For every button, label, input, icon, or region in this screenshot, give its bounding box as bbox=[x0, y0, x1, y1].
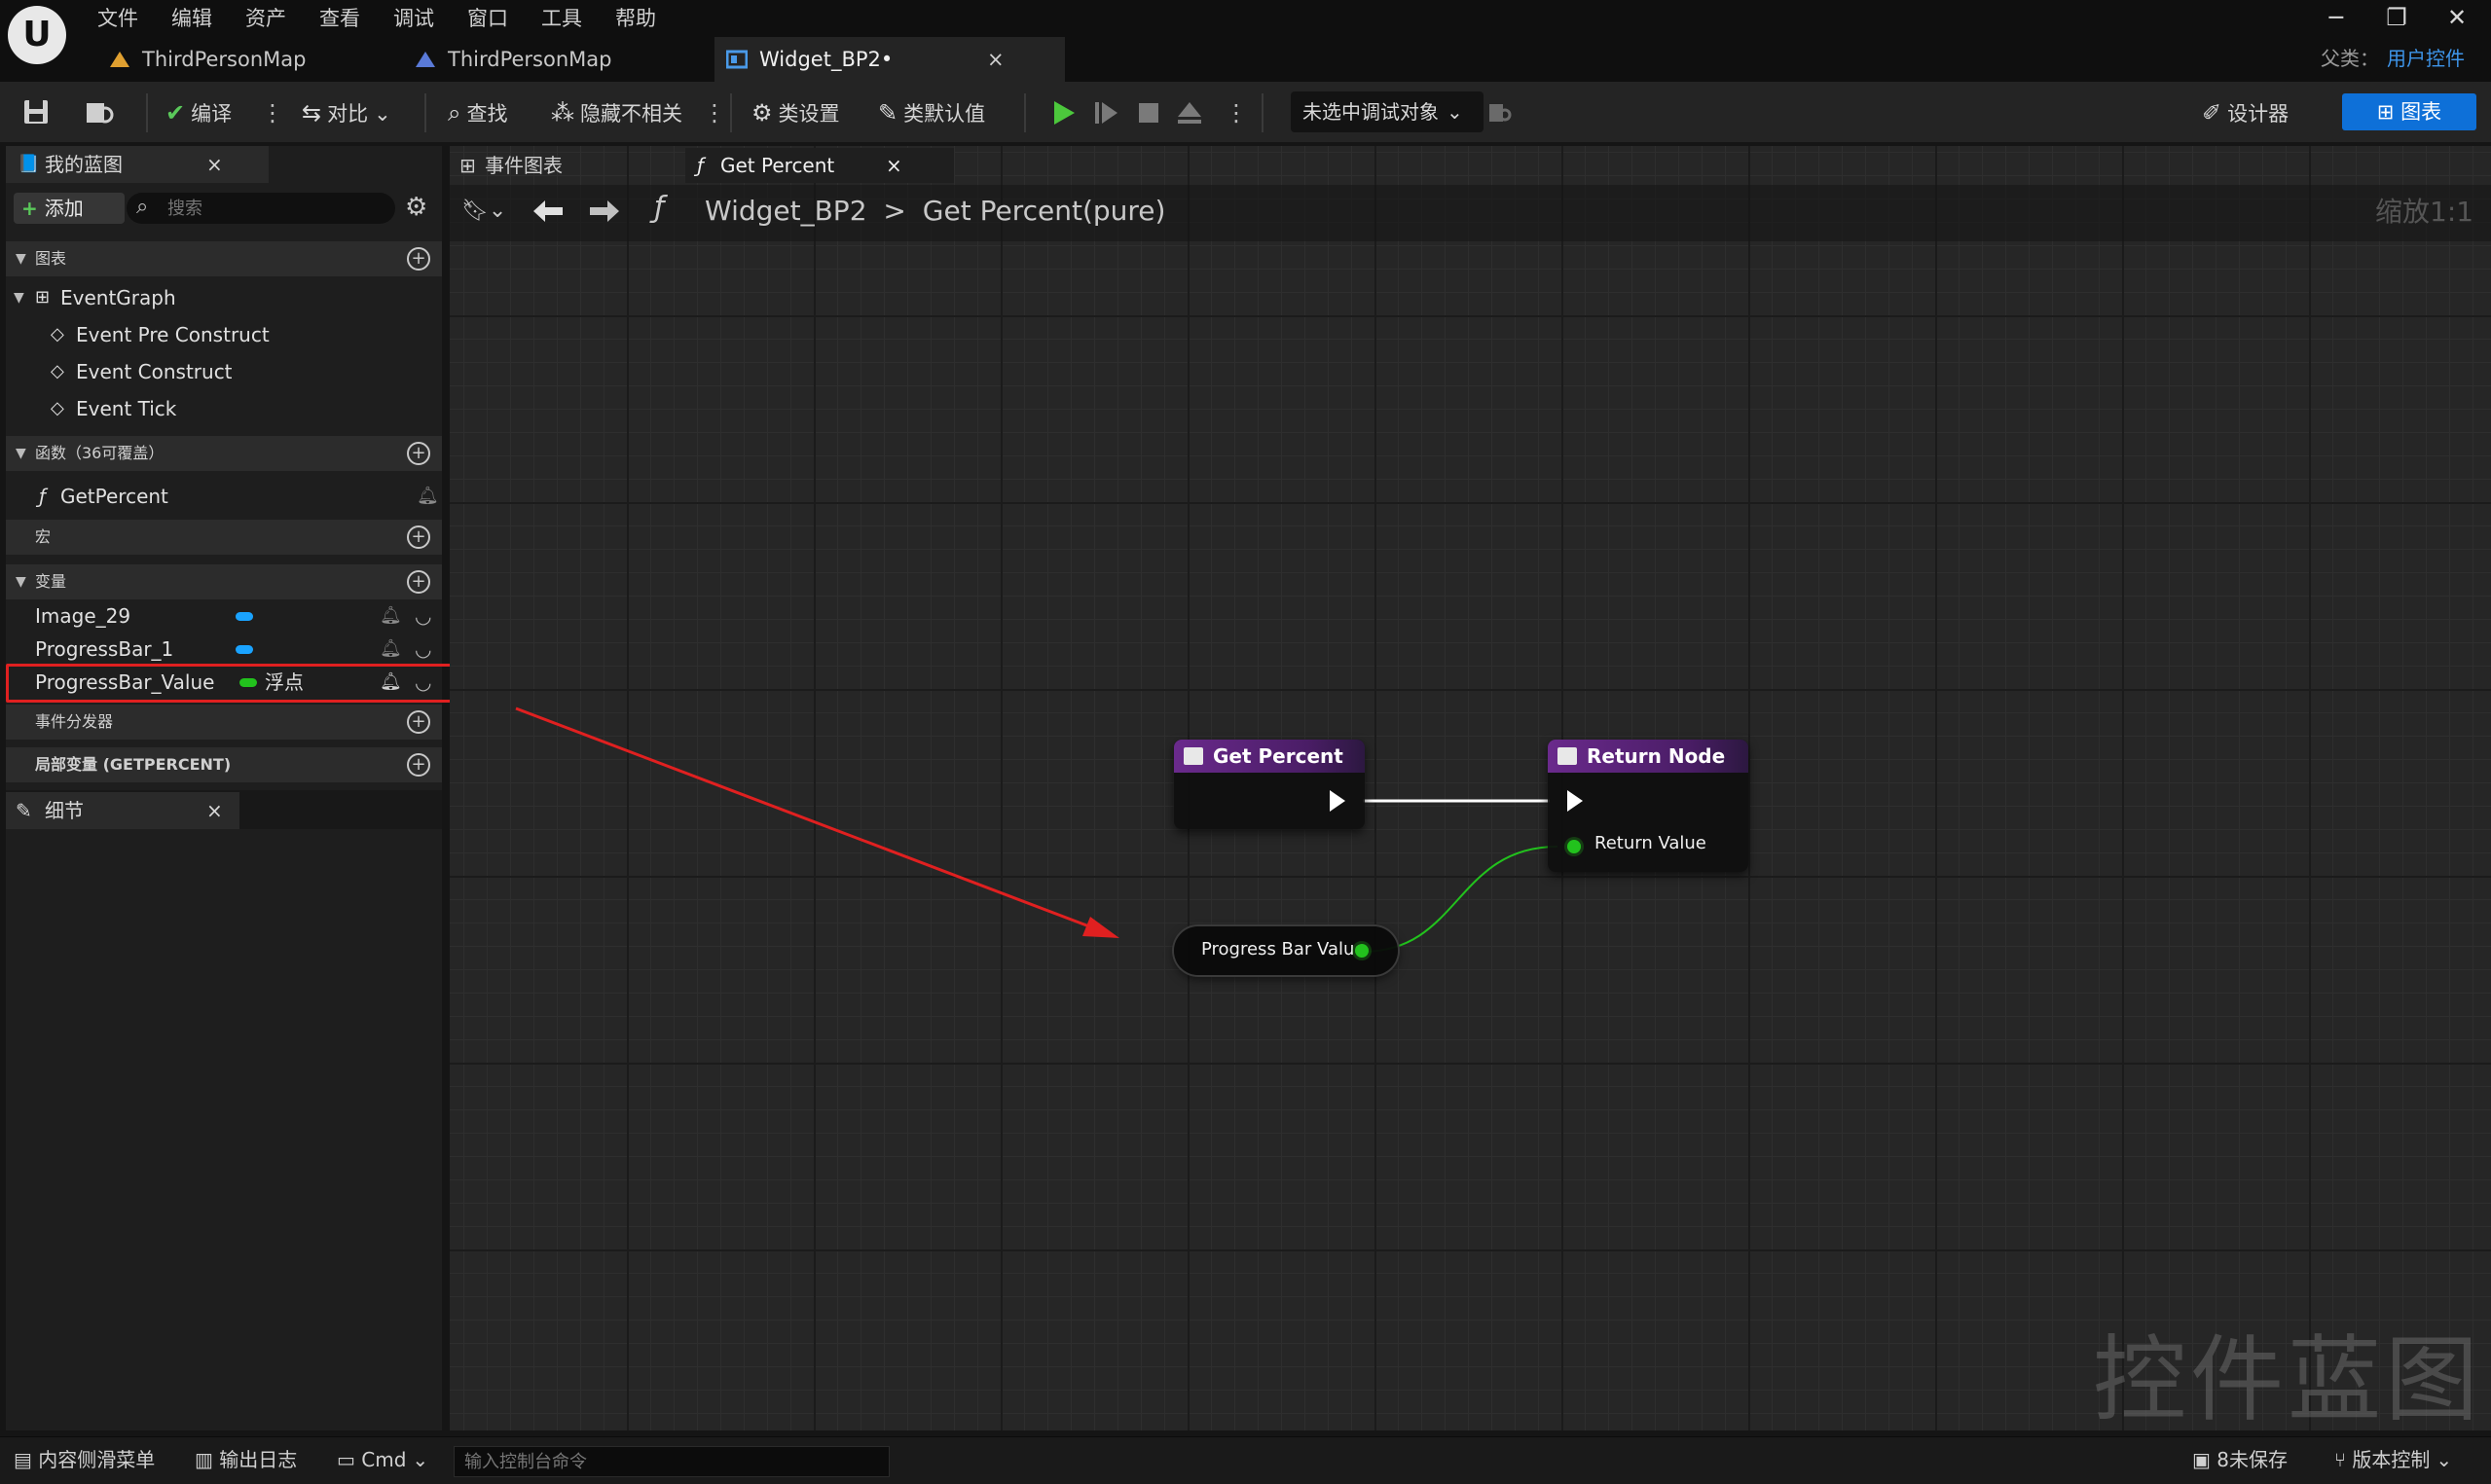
node-get-percent[interactable]: Get Percent bbox=[1174, 740, 1365, 829]
exec-out-pin[interactable] bbox=[1330, 790, 1345, 812]
output-log-label: 输出日志 bbox=[219, 1448, 298, 1471]
exec-in-pin[interactable] bbox=[1567, 790, 1583, 812]
source-control-button[interactable]: ⑂ 版本控制 ⌄ bbox=[2334, 1442, 2452, 1477]
console-input[interactable] bbox=[455, 1447, 885, 1476]
output-log-button[interactable]: ▥ 输出日志 bbox=[195, 1442, 297, 1477]
node-title: Return Node bbox=[1587, 744, 1726, 768]
cmd-select[interactable]: ▭ Cmd ⌄ bbox=[337, 1442, 428, 1477]
output-log-icon: ▥ bbox=[195, 1448, 220, 1471]
return-value-pin[interactable] bbox=[1567, 840, 1581, 853]
console-box bbox=[454, 1446, 890, 1477]
unsaved-button[interactable]: ▣ 8未保存 bbox=[2192, 1442, 2288, 1477]
content-drawer-label: 内容侧滑菜单 bbox=[38, 1448, 156, 1471]
annotation-arrow-head bbox=[1082, 917, 1119, 938]
content-drawer-icon: ▤ bbox=[14, 1448, 39, 1471]
node-progress-bar-value[interactable]: Progress Bar Value bbox=[1174, 926, 1398, 975]
unsaved-label: 8未保存 bbox=[2216, 1448, 2288, 1471]
annotation-arrow-line bbox=[515, 706, 1111, 936]
save-status-icon: ▣ bbox=[2192, 1448, 2217, 1471]
pin-label: Return Value bbox=[1594, 833, 1706, 853]
function-node-icon bbox=[1557, 747, 1577, 765]
terminal-icon: ▭ bbox=[337, 1448, 362, 1471]
graph-watermark: 控件蓝图 bbox=[2093, 1325, 2482, 1434]
function-node-icon bbox=[1184, 747, 1203, 765]
source-control-label: 版本控制 bbox=[2352, 1448, 2431, 1471]
float-output-pin[interactable] bbox=[1355, 944, 1369, 958]
node-header: Return Node bbox=[1548, 740, 1748, 773]
branch-icon: ⑂ bbox=[2334, 1448, 2353, 1471]
node-title: Progress Bar Value bbox=[1201, 939, 1366, 959]
chevron-down-icon: ⌄ bbox=[2436, 1448, 2453, 1471]
node-return[interactable]: Return Node Return Value bbox=[1548, 740, 1748, 872]
cmd-label: Cmd bbox=[361, 1448, 407, 1471]
content-drawer-button[interactable]: ▤ 内容侧滑菜单 bbox=[14, 1442, 155, 1477]
node-title: Get Percent bbox=[1213, 744, 1343, 768]
chevron-down-icon: ⌄ bbox=[412, 1448, 429, 1471]
node-header: Get Percent bbox=[1174, 740, 1365, 773]
